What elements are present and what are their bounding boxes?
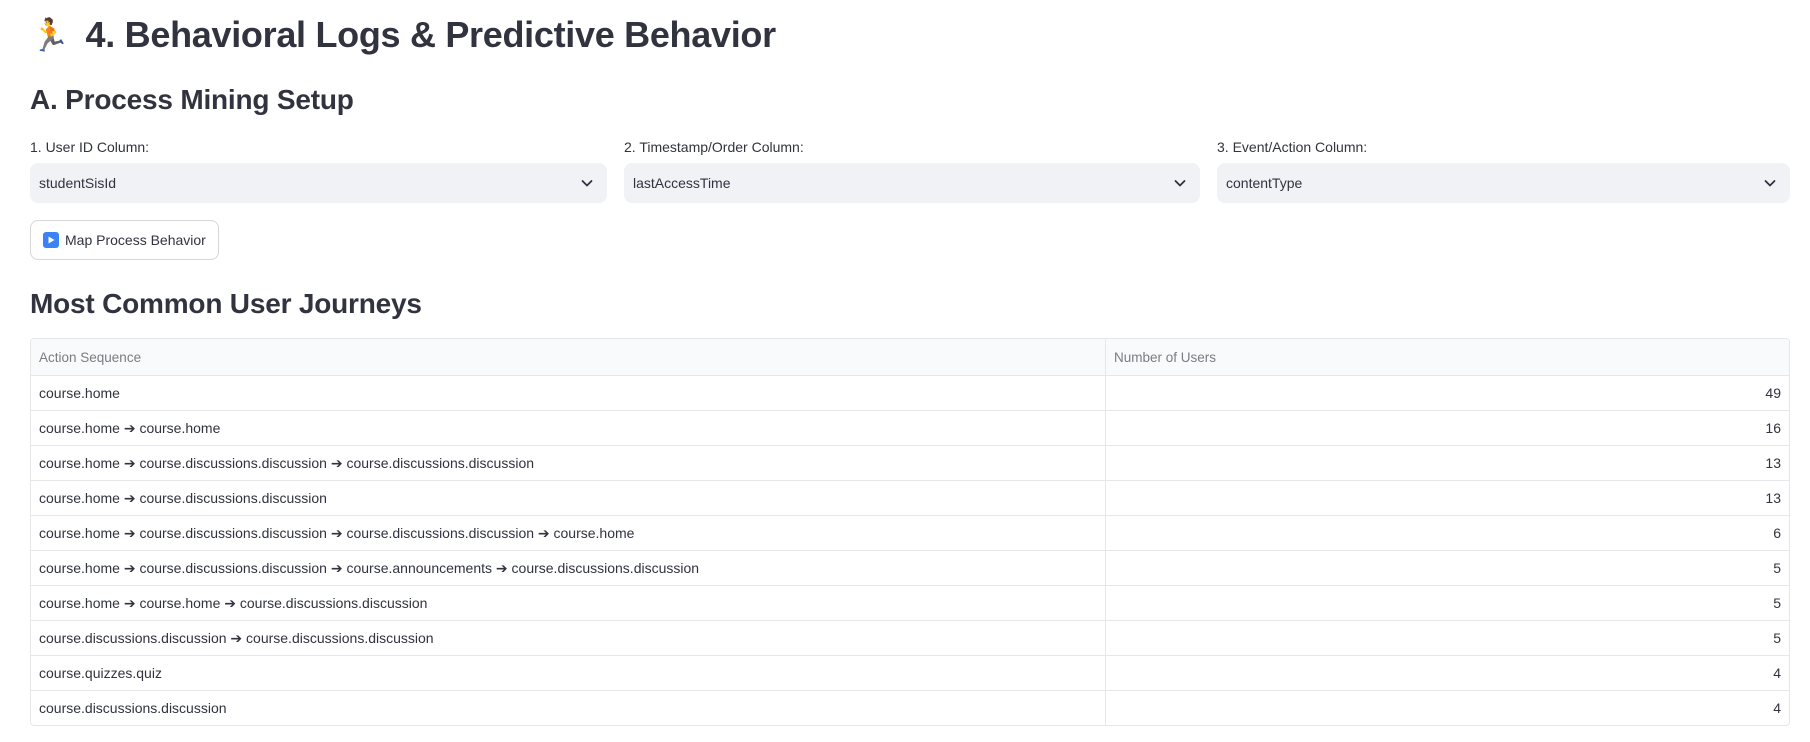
page-title: 🏃 4. Behavioral Logs & Predictive Behavi… xyxy=(30,10,776,60)
map-process-behavior-label: Map Process Behavior xyxy=(65,232,206,248)
number-of-users-cell[interactable]: 4 xyxy=(1106,691,1789,725)
user-id-column-label: 1. User ID Column: xyxy=(30,139,150,155)
action-sequence-cell[interactable]: course.home ➔ course.discussions.discuss… xyxy=(31,516,1106,550)
event-column-select[interactable]: contentType xyxy=(1217,163,1790,203)
play-button-icon xyxy=(43,232,59,248)
chevron-down-icon xyxy=(581,180,593,187)
person-walking-icon: 🏃 xyxy=(30,16,70,54)
action-sequence-cell[interactable]: course.home ➔ course.home ➔ course.discu… xyxy=(31,586,1106,620)
action-sequence-cell[interactable]: course.home ➔ course.home xyxy=(31,411,1106,445)
table-row: course.home ➔ course.home ➔ course.discu… xyxy=(31,585,1789,620)
timestamp-column-label: 2. Timestamp/Order Column: xyxy=(624,139,804,155)
number-of-users-cell[interactable]: 13 xyxy=(1106,481,1789,515)
user-id-column-select[interactable]: studentSisId xyxy=(30,163,607,203)
column-header-action-sequence[interactable]: Action Sequence xyxy=(31,339,1106,375)
action-sequence-cell[interactable]: course.discussions.discussion xyxy=(31,691,1106,725)
table-row: course.home ➔ course.discussions.discuss… xyxy=(31,550,1789,585)
table-row: course.home 49 xyxy=(31,375,1789,410)
table-row: course.home ➔ course.discussions.discuss… xyxy=(31,515,1789,550)
action-sequence-cell[interactable]: course.home ➔ course.discussions.discuss… xyxy=(31,481,1106,515)
table-row: course.discussions.discussion 4 xyxy=(31,690,1789,725)
timestamp-column-value: lastAccessTime xyxy=(633,175,731,191)
table-row: course.home ➔ course.discussions.discuss… xyxy=(31,445,1789,480)
table-row: course.home ➔ course.discussions.discuss… xyxy=(31,480,1789,515)
event-column-label: 3. Event/Action Column: xyxy=(1217,139,1368,155)
map-process-behavior-button[interactable]: Map Process Behavior xyxy=(30,220,219,260)
action-sequence-cell[interactable]: course.home ➔ course.discussions.discuss… xyxy=(31,551,1106,585)
action-sequence-cell[interactable]: course.quizzes.quiz xyxy=(31,656,1106,690)
page: 🏃 4. Behavioral Logs & Predictive Behavi… xyxy=(0,0,1810,742)
action-sequence-cell[interactable]: course.home xyxy=(31,376,1106,410)
table-row: course.home ➔ course.home 16 xyxy=(31,410,1789,445)
chevron-down-icon xyxy=(1764,180,1776,187)
chevron-down-icon xyxy=(1174,180,1186,187)
number-of-users-cell[interactable]: 6 xyxy=(1106,516,1789,550)
action-sequence-cell[interactable]: course.discussions.discussion ➔ course.d… xyxy=(31,621,1106,655)
number-of-users-cell[interactable]: 5 xyxy=(1106,551,1789,585)
number-of-users-cell[interactable]: 49 xyxy=(1106,376,1789,410)
column-header-number-of-users[interactable]: Number of Users xyxy=(1106,339,1789,375)
journeys-table: Action Sequence Number of Users course.h… xyxy=(30,338,1790,726)
number-of-users-cell[interactable]: 4 xyxy=(1106,656,1789,690)
event-column-value: contentType xyxy=(1226,175,1303,191)
number-of-users-cell[interactable]: 13 xyxy=(1106,446,1789,480)
table-header-row: Action Sequence Number of Users xyxy=(31,339,1789,375)
page-title-text: 4. Behavioral Logs & Predictive Behavior xyxy=(85,14,777,55)
table-row: course.discussions.discussion ➔ course.d… xyxy=(31,620,1789,655)
action-sequence-cell[interactable]: course.home ➔ course.discussions.discuss… xyxy=(31,446,1106,480)
user-id-column-value: studentSisId xyxy=(39,175,117,191)
process-mining-setup-heading: A. Process Mining Setup xyxy=(30,84,354,115)
table-row: course.quizzes.quiz 4 xyxy=(31,655,1789,690)
common-journeys-heading: Most Common User Journeys xyxy=(30,288,422,319)
timestamp-column-select[interactable]: lastAccessTime xyxy=(624,163,1200,203)
number-of-users-cell[interactable]: 5 xyxy=(1106,586,1789,620)
number-of-users-cell[interactable]: 5 xyxy=(1106,621,1789,655)
number-of-users-cell[interactable]: 16 xyxy=(1106,411,1789,445)
